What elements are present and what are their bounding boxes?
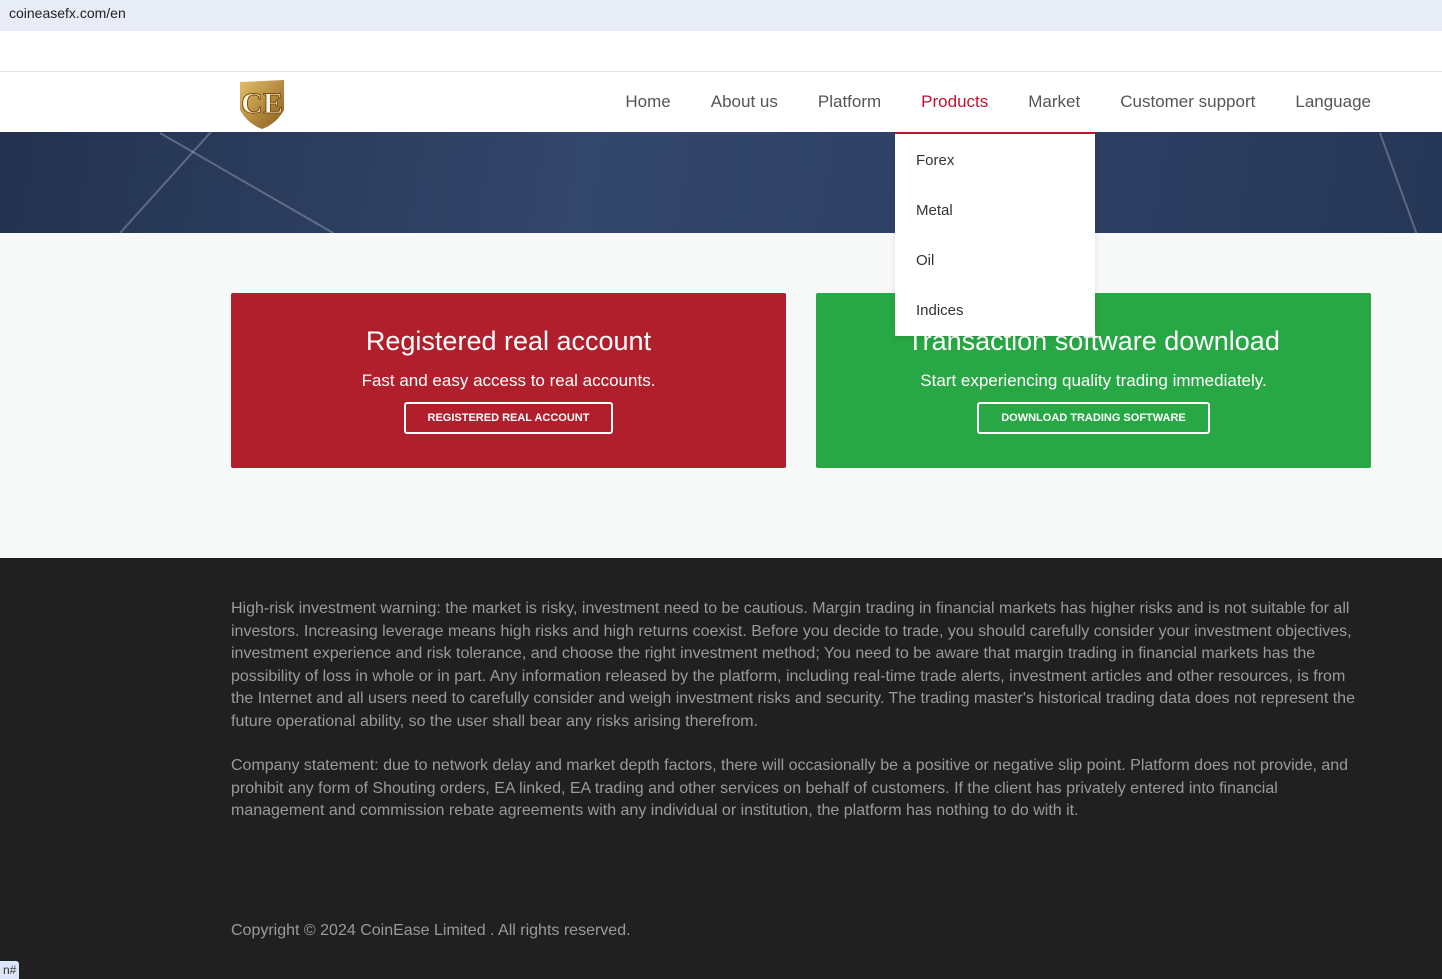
card-subtitle: Fast and easy access to real accounts.	[361, 371, 656, 390]
nav-products[interactable]: Products	[921, 92, 988, 112]
nav-home[interactable]: Home	[625, 92, 670, 112]
card-title: Registered real account	[365, 326, 652, 356]
hero-banner	[0, 132, 1442, 233]
dropdown-item-forex[interactable]: Forex	[895, 134, 1095, 184]
copyright: Copyright © 2024 CoinEase Limited . All …	[231, 922, 631, 939]
cta-section: Registered real account Fast and easy ac…	[0, 233, 1442, 558]
logo[interactable]: CE	[236, 76, 288, 130]
nav-platform[interactable]: Platform	[818, 92, 881, 112]
site-header: CE Home About us Platform Products Marke…	[0, 71, 1442, 132]
nav-customer-support[interactable]: Customer support	[1120, 92, 1255, 112]
main-nav: Home About us Platform Products Market C…	[625, 72, 1371, 132]
address-bar[interactable]: coineasefx.com/en	[0, 0, 1442, 31]
real-account-card: Registered real account Fast and easy ac…	[231, 293, 786, 468]
status-bar: n#	[0, 961, 20, 979]
nav-language[interactable]: Language	[1295, 92, 1371, 112]
footer: High-risk investment warning: the market…	[0, 558, 1442, 979]
register-real-account-button[interactable]: REGISTERED REAL ACCOUNT	[403, 402, 614, 434]
risk-warning: High-risk investment warning: the market…	[231, 600, 1355, 730]
dropdown-item-metal[interactable]: Metal	[895, 184, 1095, 234]
products-dropdown: Forex Metal Oil Indices	[895, 132, 1095, 336]
nav-market[interactable]: Market	[1028, 92, 1080, 112]
nav-about-us[interactable]: About us	[711, 92, 778, 112]
download-software-button[interactable]: DOWNLOAD TRADING SOFTWARE	[977, 402, 1210, 434]
dropdown-item-indices[interactable]: Indices	[895, 284, 1095, 334]
dropdown-item-oil[interactable]: Oil	[895, 234, 1095, 284]
card-subtitle: Start experiencing quality trading immed…	[920, 371, 1267, 390]
company-statement: Company statement: due to network delay …	[231, 757, 1349, 819]
svg-text:CE: CE	[241, 87, 283, 120]
